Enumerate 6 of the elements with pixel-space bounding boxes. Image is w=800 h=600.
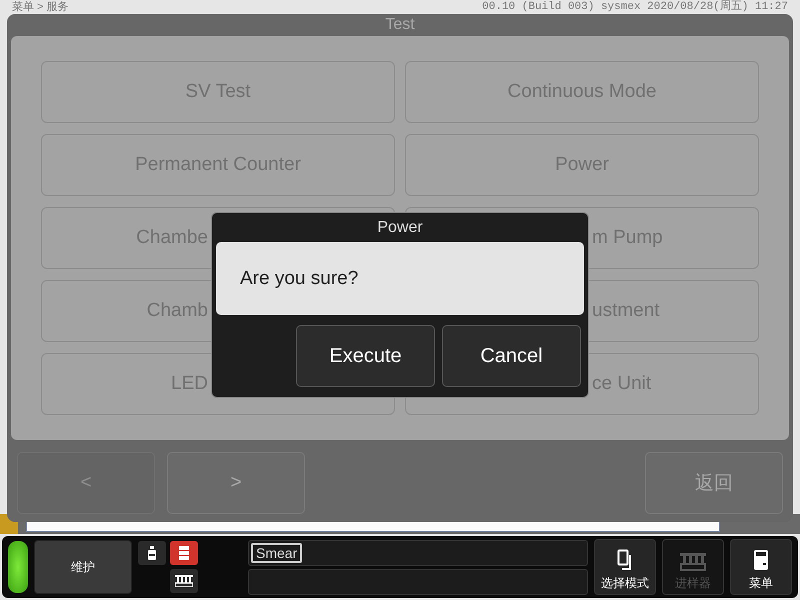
- mode-tag: Smear: [251, 542, 302, 562]
- breadcrumb: 菜单 > 服务: [12, 0, 69, 14]
- panel-title: Test: [384, 15, 416, 35]
- version-info: 00.10 (Build 003) sysmex 2020/08/28(周五) 11:27: [482, 0, 788, 14]
- dialog-message: Are you sure?: [216, 242, 584, 315]
- dialog-title: Power: [376, 218, 424, 238]
